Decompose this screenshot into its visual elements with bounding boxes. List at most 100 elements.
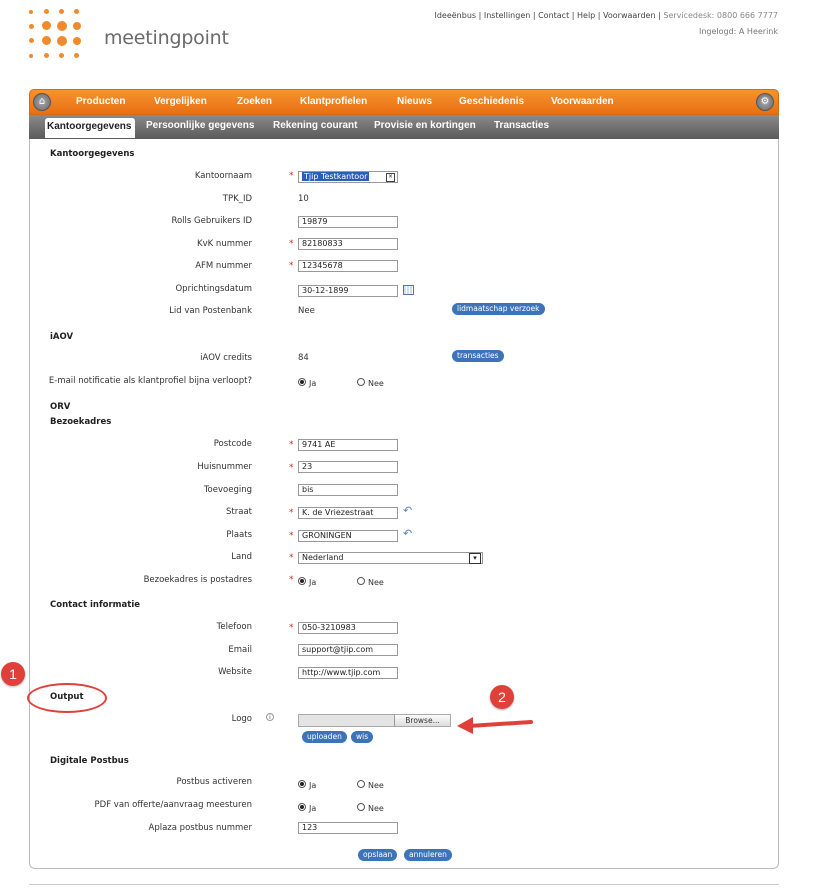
kantoornaam-input[interactable]: Tjip Testkantoor × xyxy=(298,171,398,183)
label-bezoekadres-postadres: Bezoekadres is postadres xyxy=(143,575,252,585)
kvk-input[interactable]: 82180833 xyxy=(298,238,398,250)
nav-vergelijken[interactable]: Vergelijken xyxy=(154,96,207,107)
telefoon-input[interactable]: 050-3210983 xyxy=(298,622,398,634)
top-links: Ideeënbus | Instellingen | Contact | Hel… xyxy=(434,11,778,20)
main-nav: ⌂ Producten Vergelijken Zoeken Klantprof… xyxy=(29,89,779,115)
label-email: Email xyxy=(228,645,252,655)
aplaza-postbus-input[interactable]: 123 xyxy=(298,822,398,834)
nav-voorwaarden[interactable]: Voorwaarden xyxy=(551,96,614,107)
straat-input[interactable]: K. de Vriezestraat xyxy=(298,507,398,519)
tab-persoonlijke-gegevens[interactable]: Persoonlijke gegevens xyxy=(146,120,254,131)
nav-geschiedenis[interactable]: Geschiedenis xyxy=(459,96,524,107)
wis-button[interactable]: wis xyxy=(351,731,374,743)
label-rolls-id: Rolls Gebruikers ID xyxy=(171,216,252,226)
tab-rekening-courant[interactable]: Rekening courant xyxy=(273,120,357,131)
label-aplaza-postbus: Aplaza postbus nummer xyxy=(148,823,252,833)
radio-label: Ja xyxy=(309,578,317,587)
opslaan-button[interactable]: opslaan xyxy=(358,849,398,861)
transacties-button[interactable]: transacties xyxy=(452,350,504,362)
link-ideeenbus[interactable]: Ideeënbus xyxy=(434,11,476,20)
nav-zoeken[interactable]: Zoeken xyxy=(237,96,272,107)
postbus-activeren-nee-radio[interactable] xyxy=(357,780,365,788)
radio-label: Ja xyxy=(309,781,317,790)
annotation-marker-1: 1 xyxy=(1,662,25,686)
lidmaatschap-verzoek-button[interactable]: lidmaatschap verzoek xyxy=(452,303,545,315)
afm-input[interactable]: 12345678 xyxy=(298,260,398,272)
calendar-icon[interactable] xyxy=(403,285,414,295)
website-input[interactable]: http://www.tjip.com xyxy=(298,667,398,679)
link-instellingen[interactable]: Instellingen xyxy=(484,11,530,20)
home-icon[interactable]: ⌂ xyxy=(33,93,51,111)
required-marker: * xyxy=(289,239,294,249)
label-huisnummer: Huisnummer xyxy=(197,462,252,472)
nav-nieuws[interactable]: Nieuws xyxy=(397,96,432,107)
huisnummer-input[interactable]: 23 xyxy=(298,461,398,473)
info-icon[interactable]: i xyxy=(266,713,274,721)
required-marker: * xyxy=(289,553,294,563)
link-voorwaarden[interactable]: Voorwaarden xyxy=(603,11,656,20)
uploaden-button[interactable]: uploaden xyxy=(302,731,347,743)
required-marker: * xyxy=(289,623,294,633)
servicedesk-text: Servicedesk: 0800 666 7777 xyxy=(663,11,778,20)
required-marker: * xyxy=(289,508,294,518)
label-afm: AFM nummer xyxy=(195,261,252,271)
postadres-nee-radio[interactable] xyxy=(357,577,365,585)
label-kvk: KvK nummer xyxy=(197,239,252,249)
radio-label: Ja xyxy=(309,379,317,388)
meetingpoint-logo-icon[interactable] xyxy=(28,8,92,68)
tab-transacties[interactable]: Transacties xyxy=(494,120,549,131)
nav-klantprofielen[interactable]: Klantprofielen xyxy=(300,96,367,107)
postbus-activeren-ja-radio[interactable] xyxy=(298,780,306,788)
postcode-input[interactable]: 9741 AE xyxy=(298,439,398,451)
nav-producten[interactable]: Producten xyxy=(76,96,125,107)
rolls-id-input[interactable]: 19879 xyxy=(298,216,398,228)
browse-button[interactable]: Browse... xyxy=(394,715,450,726)
undo-arrow-icon[interactable]: ↶ xyxy=(403,527,412,540)
link-contact[interactable]: Contact xyxy=(538,11,569,20)
iaov-credits-value: 84 xyxy=(298,353,309,363)
radio-label: Nee xyxy=(368,781,384,790)
label-iaov-credits: iAOV credits xyxy=(200,353,252,363)
land-select[interactable]: Nederland ▾ xyxy=(298,552,483,564)
annuleren-button[interactable]: annuleren xyxy=(404,849,452,861)
required-marker: * xyxy=(289,171,294,181)
label-tpk-id: TPK_ID xyxy=(222,194,252,204)
settings-gear-icon[interactable]: ⚙ xyxy=(756,93,774,111)
tab-kantoorgegevens[interactable]: Kantoorgegevens xyxy=(45,118,136,138)
clear-icon[interactable]: × xyxy=(386,173,395,182)
logged-in-user: Ingelogd: A Heerink xyxy=(698,27,778,36)
label-kantoornaam: Kantoornaam xyxy=(194,171,252,181)
undo-arrow-icon[interactable]: ↶ xyxy=(403,504,412,517)
email-input[interactable]: support@tjip.com xyxy=(298,644,398,656)
oprichtingsdatum-input[interactable]: 30-12-1899 xyxy=(298,285,398,297)
toevoeging-input[interactable]: bis xyxy=(298,484,398,496)
section-kantoorgegevens: Kantoorgegevens xyxy=(50,149,135,159)
email-notificatie-ja-radio[interactable] xyxy=(298,378,306,386)
email-notificatie-nee-radio[interactable] xyxy=(357,378,365,386)
label-oprichtingsdatum: Oprichtingsdatum xyxy=(175,284,252,294)
radio-label: Nee xyxy=(368,578,384,587)
label-toevoeging: Toevoeging xyxy=(203,485,252,495)
label-postcode: Postcode xyxy=(213,439,252,449)
label-plaats: Plaats xyxy=(226,530,252,540)
label-postbus-activeren: Postbus activeren xyxy=(176,777,252,787)
label-land: Land xyxy=(231,552,252,562)
radio-label: Nee xyxy=(368,379,384,388)
chevron-down-icon[interactable]: ▾ xyxy=(469,553,481,564)
plaats-input[interactable]: GRONINGEN xyxy=(298,530,398,542)
file-input[interactable]: Browse... xyxy=(298,714,451,727)
pdf-nee-radio[interactable] xyxy=(357,803,365,811)
label-website: Website xyxy=(218,667,252,677)
section-digitale-postbus: Digitale Postbus xyxy=(50,756,129,766)
tab-provisie-kortingen[interactable]: Provisie en kortingen xyxy=(374,120,476,131)
link-help[interactable]: Help xyxy=(577,11,595,20)
postadres-ja-radio[interactable] xyxy=(298,577,306,585)
label-pdf-meesturen: PDF van offerte/aanvraag meesturen xyxy=(94,800,252,810)
pdf-ja-radio[interactable] xyxy=(298,803,306,811)
section-iaov: iAOV xyxy=(50,332,74,342)
brand-name[interactable]: meetingpoint xyxy=(104,27,229,49)
radio-label: Nee xyxy=(368,804,384,813)
section-contact-informatie: Contact informatie xyxy=(50,600,141,610)
label-lid-postenbank: Lid van Postenbank xyxy=(169,306,252,316)
sub-nav: Kantoorgegevens Persoonlijke gegevens Re… xyxy=(29,115,779,139)
